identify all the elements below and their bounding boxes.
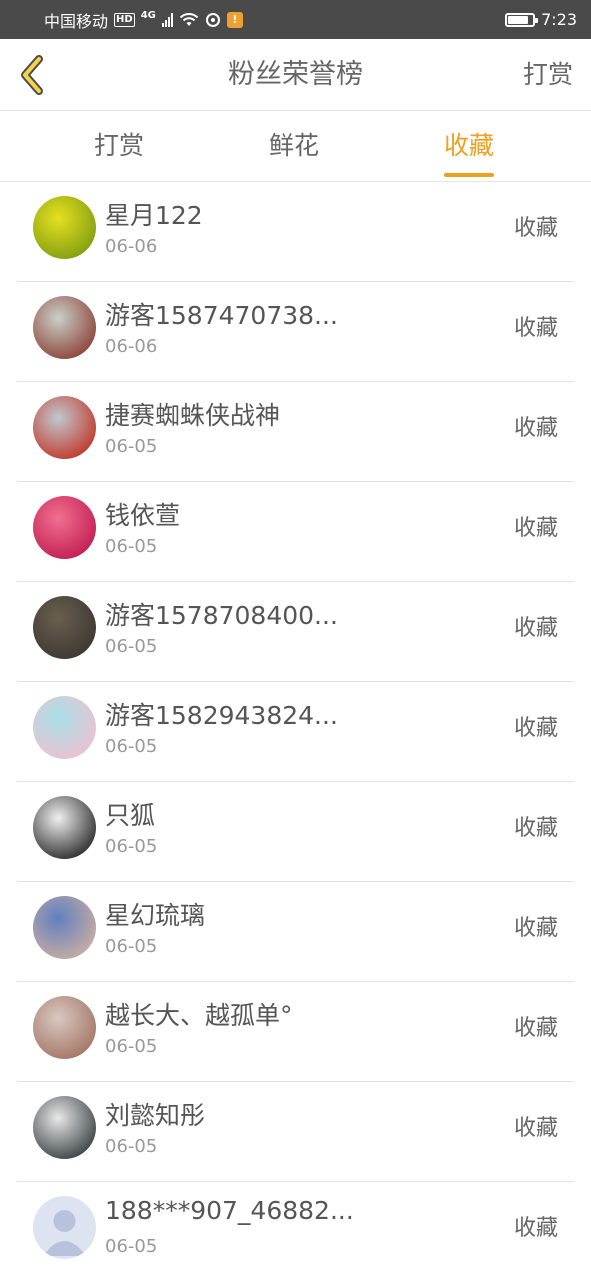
fan-name: 刘懿知彤 [105, 1101, 206, 1130]
action-label: 收藏 [513, 716, 558, 741]
fan-name: 越长大、越孤单° [105, 1001, 293, 1030]
fan-date: 06-05 [105, 1036, 158, 1057]
active-tab-indicator [444, 173, 495, 177]
avatar[interactable] [33, 796, 96, 859]
avatar[interactable] [33, 896, 96, 959]
list-item[interactable]: 捷赛蜘蛛侠战神 06-05 收藏 [17, 382, 574, 482]
fan-date: 06-05 [105, 1136, 158, 1157]
carrier-label: 中国移动 [44, 11, 109, 31]
action-label: 收藏 [513, 416, 558, 441]
fan-name: 游客1587470738... [105, 301, 338, 330]
action-label: 收藏 [513, 516, 558, 541]
action-label: 收藏 [513, 916, 558, 941]
fan-name: 只狐 [105, 801, 156, 830]
tab-favorites-label: 收藏 [444, 131, 495, 160]
title-bar: 粉丝荣誉榜 打赏 [0, 39, 591, 111]
list-item[interactable]: 刘懿知彤 06-05 收藏 [17, 1082, 574, 1182]
action-label: 收藏 [513, 1116, 558, 1141]
avatar[interactable] [33, 496, 96, 559]
list-item[interactable]: 游客1582943824... 06-05 收藏 [17, 682, 574, 782]
avatar[interactable] [33, 196, 96, 259]
avatar[interactable] [33, 396, 96, 459]
tab-bar: 打赏 鲜花 收藏 [0, 112, 591, 182]
tab-reward[interactable]: 打赏 [94, 112, 144, 182]
clock: 7:23 [541, 10, 577, 29]
back-arrow-icon [21, 55, 43, 95]
fan-name: 游客1582943824... [105, 701, 338, 730]
network-type: 4G [140, 10, 156, 21]
fan-name: 星幻琉璃 [105, 901, 206, 930]
status-bar: 中国移动 HD 4G ! 7:23 [0, 0, 591, 39]
action-label: 收藏 [513, 316, 558, 341]
page-title: 粉丝荣誉榜 [228, 59, 363, 90]
avatar[interactable] [33, 696, 96, 759]
notification-badge-icon: ! [226, 11, 243, 28]
back-button[interactable] [10, 53, 54, 97]
action-label: 收藏 [513, 816, 558, 841]
fan-date: 06-05 [105, 436, 158, 457]
avatar[interactable] [33, 596, 96, 659]
list-item[interactable]: 越长大、越孤单° 06-05 收藏 [17, 982, 574, 1082]
list-item[interactable]: 星月122 06-06 收藏 [17, 182, 574, 282]
list-item[interactable]: 钱依萱 06-05 收藏 [17, 482, 574, 582]
avatar[interactable] [33, 1096, 96, 1159]
avatar[interactable] [33, 996, 96, 1059]
action-label: 收藏 [513, 616, 558, 641]
fan-date: 06-05 [105, 536, 158, 557]
action-label: 收藏 [513, 216, 558, 241]
hd-indicator: HD [114, 12, 135, 27]
avatar[interactable] [33, 296, 96, 359]
fan-date: 06-05 [105, 836, 158, 857]
action-label: 收藏 [513, 1216, 558, 1241]
fan-name: 游客1578708400... [105, 601, 338, 630]
list-item[interactable]: 星幻琉璃 06-05 收藏 [17, 882, 574, 982]
default-avatar-icon [33, 1196, 96, 1259]
fan-name: 188***907_46882... [105, 1196, 354, 1225]
action-label: 收藏 [513, 1016, 558, 1041]
reward-button[interactable]: 打赏 [523, 39, 573, 111]
fan-date: 06-06 [105, 336, 158, 357]
tab-favorites[interactable]: 收藏 [444, 112, 495, 182]
fan-date: 06-06 [105, 236, 158, 257]
list-item[interactable]: 游客1587470738... 06-06 收藏 [17, 282, 574, 382]
fan-date: 06-05 [105, 1236, 158, 1257]
list-item[interactable]: 188***907_46882... 06-05 收藏 [17, 1182, 574, 1280]
fan-date: 06-05 [105, 936, 158, 957]
fan-name: 星月122 [105, 201, 203, 230]
battery-icon [505, 12, 539, 27]
fan-name: 钱依萱 [105, 501, 181, 530]
fan-name: 捷赛蜘蛛侠战神 [105, 401, 281, 430]
list-item[interactable]: 只狐 06-05 收藏 [17, 782, 574, 882]
tab-flowers[interactable]: 鲜花 [269, 112, 319, 182]
sync-icon [205, 12, 220, 27]
fan-date: 06-05 [105, 736, 158, 757]
fan-date: 06-05 [105, 636, 158, 657]
fan-list: 星月122 06-06 收藏 游客1587470738... 06-06 收藏 捷赛蜘蛛侠战… [0, 182, 591, 1280]
battery-level [508, 15, 529, 24]
signal-icon [161, 12, 173, 27]
list-item[interactable]: 游客1578708400... 06-05 收藏 [17, 582, 574, 682]
wifi-icon [179, 12, 199, 26]
avatar[interactable] [33, 1196, 96, 1259]
